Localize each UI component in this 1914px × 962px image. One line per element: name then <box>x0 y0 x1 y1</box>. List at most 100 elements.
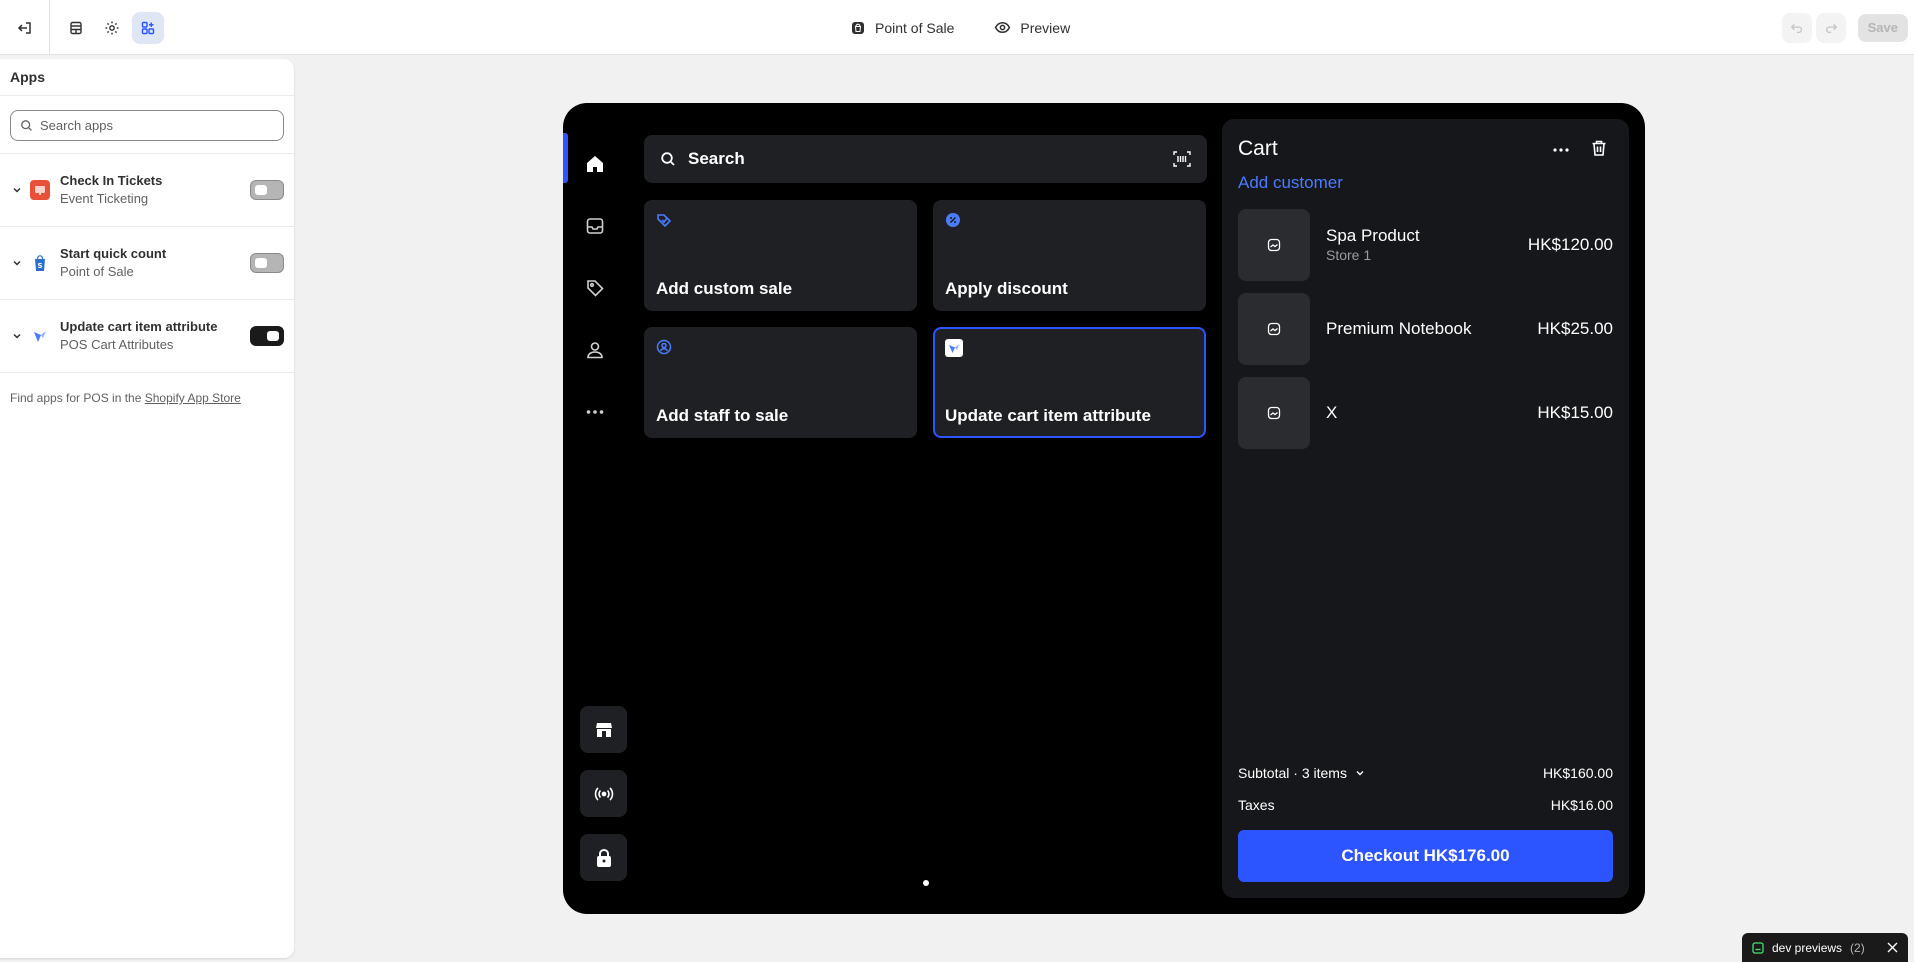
cart-more-button[interactable] <box>1552 141 1570 164</box>
lock-button[interactable] <box>580 834 627 881</box>
pos-search-bar[interactable]: Search <box>644 135 1207 183</box>
cart-line-item[interactable]: Spa Product Store 1 HK$120.00 <box>1238 209 1613 281</box>
panel-title: Apps <box>0 59 294 96</box>
chevron-down-icon[interactable] <box>10 331 24 341</box>
cart-attributes-app-icon <box>30 326 50 346</box>
line-item-price: HK$15.00 <box>1537 403 1613 422</box>
app-toggle[interactable] <box>250 326 284 346</box>
nav-more[interactable] <box>575 381 615 443</box>
tile-label: Update cart item attribute <box>945 406 1151 425</box>
preview-button[interactable]: Preview <box>994 19 1070 36</box>
pos-title-label: Point of Sale <box>875 19 955 36</box>
apps-button[interactable] <box>132 11 164 44</box>
app-name: Start quick count <box>60 246 167 261</box>
tile-add-staff-to-sale[interactable]: Add staff to sale <box>644 327 917 438</box>
search-apps-input[interactable] <box>40 118 270 133</box>
shopify-bag-icon <box>852 21 864 34</box>
app-text: Start quick count Point of Sale <box>60 245 250 281</box>
line-item-name: X <box>1326 403 1338 422</box>
more-icon <box>1553 148 1569 152</box>
line-item-price: HK$120.00 <box>1527 235 1613 254</box>
app-toggle[interactable] <box>250 180 284 200</box>
more-icon <box>586 410 604 414</box>
nav-orders[interactable] <box>575 195 615 257</box>
tag-check-icon <box>657 214 672 228</box>
redo-icon <box>1825 23 1837 33</box>
cart-line-item[interactable]: Premium Notebook HK$25.00 <box>1238 293 1613 365</box>
app-row-start-quick-count[interactable]: S Start quick count Point of Sale <box>0 227 294 300</box>
app-subtitle: Point of Sale <box>60 264 134 279</box>
search-box[interactable] <box>10 110 284 141</box>
store-button[interactable] <box>580 706 627 753</box>
page-indicator-dot <box>923 880 929 886</box>
nav-home[interactable] <box>575 133 615 195</box>
barcode-scan-icon[interactable] <box>1173 151 1191 167</box>
layout-button[interactable] <box>60 12 92 44</box>
ticket-app-icon <box>30 180 50 200</box>
undo-button[interactable] <box>1781 12 1812 43</box>
tile-apply-discount[interactable]: Apply discount <box>933 200 1206 311</box>
tile-label: Add staff to sale <box>656 406 789 425</box>
chevron-down-icon[interactable] <box>1355 768 1365 778</box>
close-icon[interactable] <box>1887 942 1898 953</box>
dev-previews-count: (2) <box>1850 940 1865 955</box>
tile-label: Apply discount <box>945 279 1068 298</box>
save-button[interactable]: Save <box>1857 13 1908 42</box>
image-placeholder-icon <box>1267 406 1281 420</box>
line-item-text: Premium Notebook <box>1326 319 1537 339</box>
find-apps-text: Find apps for POS in the Shopify App Sto… <box>0 373 294 423</box>
svg-text:S: S <box>37 262 42 270</box>
line-item-text: Spa Product Store 1 <box>1326 226 1528 264</box>
chevron-down-icon[interactable] <box>10 185 24 195</box>
app-text: Update cart item attribute POS Cart Attr… <box>60 318 250 354</box>
settings-button[interactable] <box>96 12 128 44</box>
cart-line-item[interactable]: X HK$15.00 <box>1238 377 1613 449</box>
discount-icon <box>946 213 960 227</box>
search-wrap <box>0 96 294 154</box>
nav-products[interactable] <box>575 257 615 319</box>
product-thumbnail <box>1238 209 1310 281</box>
lock-icon <box>596 848 611 867</box>
nav-customers[interactable] <box>575 319 615 381</box>
app-toggle[interactable] <box>250 253 284 273</box>
app-store-link[interactable]: Shopify App Store <box>145 391 241 405</box>
redo-button[interactable] <box>1815 12 1846 43</box>
tile-update-cart-item-attribute[interactable]: Update cart item attribute <box>933 327 1206 438</box>
pos-nav <box>575 133 615 443</box>
eye-icon <box>995 21 1011 34</box>
line-item-name: Premium Notebook <box>1326 319 1472 338</box>
add-customer-link[interactable]: Add customer <box>1238 173 1343 193</box>
pos-device: Search Add custom sale Apply discount Ad… <box>563 103 1645 914</box>
toolbar-center: Point of Sale Preview <box>850 0 1070 55</box>
app-row-check-in-tickets[interactable]: Check In Tickets Event Ticketing <box>0 154 294 227</box>
taxes-row: Taxes HK$16.00 <box>1238 797 1613 813</box>
exit-button[interactable] <box>0 0 50 55</box>
app-name: Check In Tickets <box>60 173 163 188</box>
nav-active-indicator <box>563 133 568 183</box>
connectivity-button[interactable] <box>580 770 627 817</box>
app-name: Update cart item attribute <box>60 319 218 334</box>
home-icon <box>587 156 603 172</box>
image-placeholder-icon <box>1267 238 1281 252</box>
taxes-label: Taxes <box>1238 797 1275 813</box>
person-icon <box>587 342 603 359</box>
dev-previews-bar[interactable]: dev previews (2) <box>1742 933 1908 962</box>
pos-search-label: Search <box>688 149 745 168</box>
image-placeholder-icon <box>1267 322 1281 336</box>
clear-cart-button[interactable] <box>1590 139 1608 162</box>
dev-previews-label: dev previews <box>1772 940 1843 955</box>
line-item-name: Spa Product <box>1326 226 1420 245</box>
chevron-down-icon[interactable] <box>10 258 24 268</box>
app-row-update-cart-item-attribute[interactable]: Update cart item attribute POS Cart Attr… <box>0 300 294 373</box>
tile-add-custom-sale[interactable]: Add custom sale <box>644 200 917 311</box>
pos-title[interactable]: Point of Sale <box>850 20 954 36</box>
trash-icon <box>1592 140 1606 156</box>
apps-icon <box>141 21 155 34</box>
app-subtitle: Event Ticketing <box>60 191 149 206</box>
tile-label: Add custom sale <box>656 279 793 298</box>
checkout-button[interactable]: Checkout HK$176.00 <box>1238 830 1613 882</box>
store-icon <box>595 722 612 737</box>
gear-icon <box>105 21 119 34</box>
subtotal-row[interactable]: Subtotal · 3 items HK$160.00 <box>1238 765 1613 781</box>
app-subtitle: POS Cart Attributes <box>60 337 174 352</box>
